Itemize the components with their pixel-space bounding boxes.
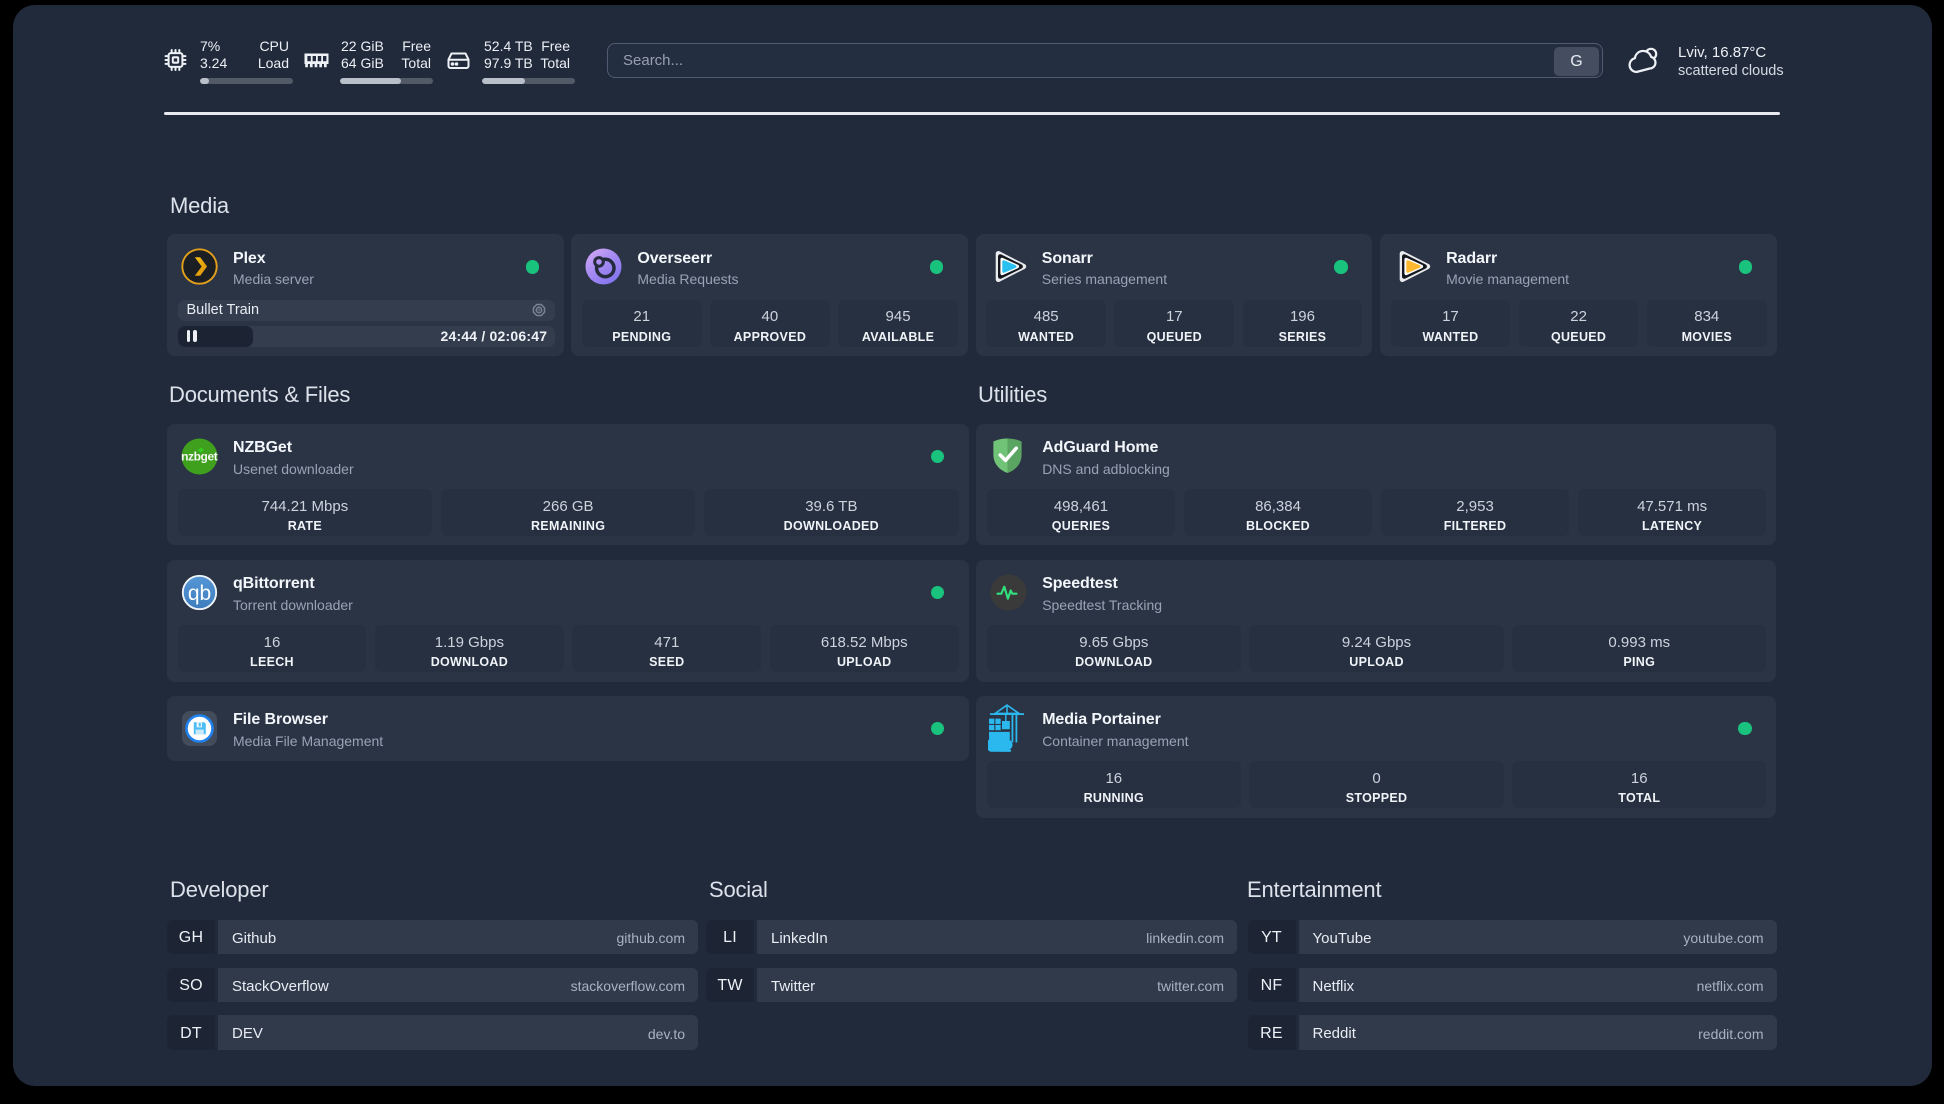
svg-text:nzbget: nzbget <box>181 449 218 463</box>
svg-text:qb: qb <box>188 582 211 605</box>
